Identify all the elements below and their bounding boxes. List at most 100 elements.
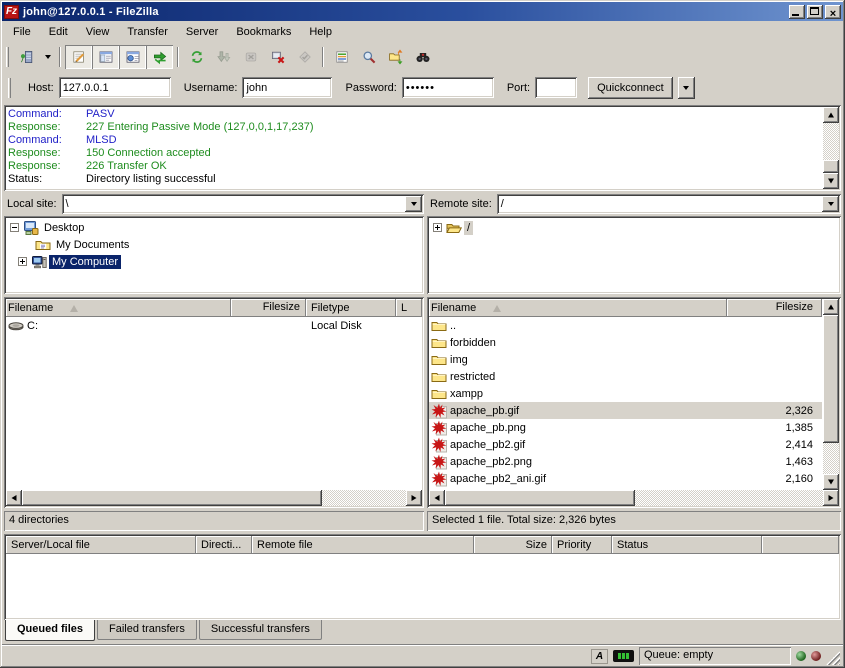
tab-queued-files[interactable]: Queued files — [5, 620, 95, 641]
minimize-button[interactable] — [789, 5, 805, 19]
quickconnect-button[interactable]: Quickconnect — [588, 77, 673, 99]
toggle-remote-tree-button[interactable] — [119, 45, 146, 69]
menu-file[interactable]: File — [4, 23, 40, 41]
toolbar-grip[interactable] — [6, 47, 9, 67]
username-input[interactable] — [242, 77, 332, 98]
column-header-direction[interactable]: Directi... — [196, 536, 252, 554]
column-header-last-modified[interactable]: L — [396, 299, 422, 317]
scrollbar-track[interactable] — [823, 123, 839, 173]
site-manager-button[interactable] — [13, 45, 40, 69]
menu-transfer[interactable]: Transfer — [118, 23, 177, 41]
column-header-filesize[interactable]: Filesize — [231, 299, 306, 317]
scrollbar-track[interactable] — [445, 490, 823, 506]
scroll-right-button[interactable] — [823, 490, 839, 506]
scroll-left-button[interactable] — [6, 490, 22, 506]
tree-item-my-computer[interactable]: My Computer — [6, 253, 422, 270]
menu-server[interactable]: Server — [177, 23, 227, 41]
menu-help[interactable]: Help — [300, 23, 341, 41]
remote-file-row[interactable]: img — [429, 351, 822, 368]
synchronized-browsing-button[interactable] — [409, 45, 436, 69]
site-manager-dropdown[interactable] — [40, 45, 55, 69]
toggle-message-log-button[interactable] — [65, 45, 92, 69]
process-queue-button[interactable] — [210, 45, 237, 69]
menu-view[interactable]: View — [77, 23, 119, 41]
column-header-filename[interactable]: Filename — [429, 299, 727, 317]
column-header-status[interactable]: Status — [612, 536, 762, 554]
collapse-icon[interactable] — [10, 223, 19, 232]
local-file-row[interactable]: C: Local Disk — [6, 317, 422, 334]
local-site-combobox[interactable]: \ — [62, 194, 424, 214]
expand-icon[interactable] — [433, 223, 442, 232]
disconnect-button[interactable] — [264, 45, 291, 69]
quickconnect-dropdown[interactable] — [678, 77, 695, 99]
remote-file-row[interactable]: restricted — [429, 368, 822, 385]
remote-horizontal-scrollbar[interactable] — [429, 490, 839, 506]
expand-icon[interactable] — [18, 257, 27, 266]
scrollbar-thumb[interactable] — [823, 315, 839, 443]
main-panes: Local site: \ Desktop My Documents — [2, 193, 843, 531]
port-input[interactable] — [535, 77, 577, 98]
scrollbar-track[interactable] — [823, 315, 839, 474]
scroll-down-button[interactable] — [823, 474, 839, 490]
column-header-remote-file[interactable]: Remote file — [252, 536, 474, 554]
transfer-type-indicator[interactable]: A — [591, 649, 608, 664]
maximize-button[interactable] — [807, 5, 823, 19]
tree-item-desktop[interactable]: Desktop — [6, 219, 422, 236]
resize-grip[interactable] — [826, 651, 840, 665]
scroll-up-button[interactable] — [823, 107, 839, 123]
host-input[interactable] — [59, 77, 171, 98]
local-horizontal-scrollbar[interactable] — [6, 490, 422, 506]
remote-file-row[interactable]: xampp — [429, 385, 822, 402]
local-site-dropdown[interactable] — [405, 196, 422, 212]
remote-file-row[interactable]: apache_pb2_ani.gif2,160 — [429, 470, 822, 487]
column-header-size[interactable]: Size — [474, 536, 552, 554]
refresh-button[interactable] — [183, 45, 210, 69]
remote-file-row[interactable]: .. — [429, 317, 822, 334]
scroll-down-button[interactable] — [823, 173, 839, 189]
scrollbar-thumb[interactable] — [823, 160, 839, 173]
log-scrollbar[interactable] — [823, 107, 839, 189]
directory-comparison-button[interactable] — [382, 45, 409, 69]
speed-limits-icon[interactable] — [613, 650, 634, 662]
remote-site-combobox[interactable]: / — [497, 194, 841, 214]
menu-edit[interactable]: Edit — [40, 23, 77, 41]
remote-list-header: Filename Filesize — [429, 299, 822, 317]
tab-failed-transfers[interactable]: Failed transfers — [97, 620, 197, 640]
file-search-button[interactable] — [355, 45, 382, 69]
remote-file-row[interactable]: apache_pb2.gif2,414 — [429, 436, 822, 453]
tree-item-root[interactable]: / — [429, 219, 839, 236]
toggle-local-tree-button[interactable] — [92, 45, 119, 69]
scrollbar-thumb[interactable] — [445, 490, 635, 506]
scrollbar-track[interactable] — [22, 490, 406, 506]
remote-file-row-selected[interactable]: apache_pb.gif2,326 — [429, 402, 822, 419]
file-name: restricted — [450, 371, 495, 383]
remote-file-row[interactable]: apache_pb.png1,385 — [429, 419, 822, 436]
scrollbar-thumb[interactable] — [22, 490, 322, 506]
column-header-filesize[interactable]: Filesize — [727, 299, 822, 317]
close-button[interactable]: × — [825, 5, 841, 19]
site-manager-icon — [19, 49, 35, 65]
column-header-priority[interactable]: Priority — [552, 536, 612, 554]
column-header-server-local-file[interactable]: Server/Local file — [6, 536, 196, 554]
scroll-right-button[interactable] — [406, 490, 422, 506]
quickconnect-grip[interactable] — [8, 78, 11, 98]
remote-file-row[interactable]: apache_pb2.png1,463 — [429, 453, 822, 470]
reconnect-button[interactable] — [291, 45, 318, 69]
remote-file-row[interactable]: forbidden — [429, 334, 822, 351]
message-log-body: Command:PASV Response:227 Entering Passi… — [4, 105, 821, 191]
bottom-statusbar: A Queue: empty — [2, 644, 843, 667]
column-header-filetype[interactable]: Filetype — [306, 299, 396, 317]
password-input[interactable] — [402, 77, 494, 98]
scroll-up-button[interactable] — [823, 299, 839, 315]
scroll-left-button[interactable] — [429, 490, 445, 506]
remote-vertical-scrollbar[interactable] — [823, 299, 839, 490]
filter-button[interactable] — [328, 45, 355, 69]
remote-site-dropdown[interactable] — [822, 196, 839, 212]
toggle-queue-button[interactable] — [146, 45, 173, 69]
cancel-transfer-button[interactable] — [237, 45, 264, 69]
tree-item-my-documents[interactable]: My Documents — [6, 236, 422, 253]
tab-successful-transfers[interactable]: Successful transfers — [199, 620, 322, 640]
menu-bookmarks[interactable]: Bookmarks — [227, 23, 300, 41]
titlebar: Fz john@127.0.0.1 - FileZilla × — [2, 2, 843, 21]
column-header-filename[interactable]: Filename — [6, 299, 231, 317]
